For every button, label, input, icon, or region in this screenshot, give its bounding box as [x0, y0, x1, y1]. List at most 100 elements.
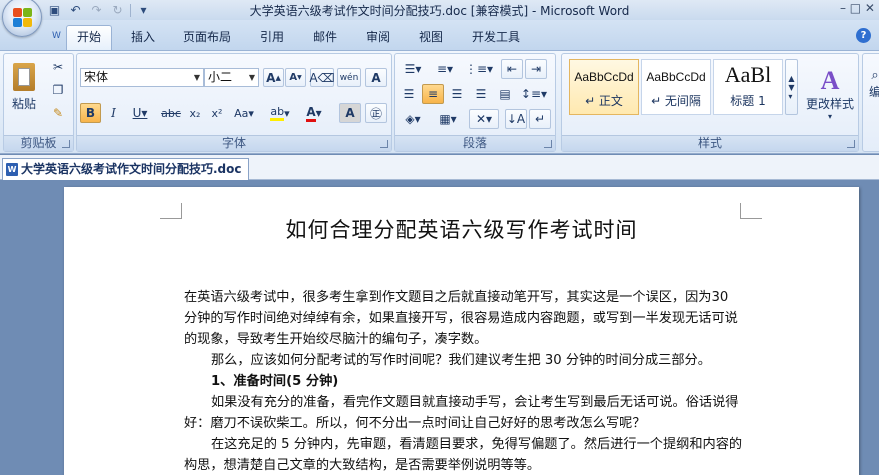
- chinese-layout-icon[interactable]: ✕▾: [469, 109, 499, 129]
- distributed-icon[interactable]: ▤: [494, 84, 516, 104]
- font-color-icon[interactable]: A ▾: [299, 103, 329, 123]
- paragraph: 如果没有充分的准备，看完作文题目就直接动手写，会让考生写到最后无话可说。俗话说得…: [184, 395, 739, 431]
- borders-icon[interactable]: ▦▾: [433, 109, 463, 129]
- style-name: 标题 1: [730, 94, 766, 108]
- tab-references[interactable]: 引用: [250, 27, 294, 50]
- justify-icon[interactable]: ☰: [470, 84, 492, 104]
- binoculars-icon: ⌕: [871, 68, 879, 83]
- tab-view[interactable]: 视图: [409, 27, 453, 50]
- shrink-font-button[interactable]: A ▼: [285, 68, 306, 87]
- styles-launcher-icon[interactable]: [847, 140, 855, 148]
- section-heading: 1、准备时间(5 分钟): [211, 374, 339, 389]
- font-size-select[interactable]: 小二 ▼: [204, 68, 259, 87]
- align-left-icon[interactable]: ☰: [398, 84, 420, 104]
- paste-button[interactable]: 粘贴: [6, 57, 42, 117]
- align-right-icon[interactable]: ☰: [446, 84, 468, 104]
- window-controls[interactable]: – □ ✕: [840, 1, 875, 15]
- styles-group: AaBbCcDd ↵ 正文 AaBbCcDd ↵ 无间隔 AaBl 标题 1 ▲…: [561, 53, 859, 152]
- subscript-button[interactable]: x₂: [185, 103, 205, 123]
- paragraph-group-label: 段落: [395, 135, 555, 151]
- numbering-icon[interactable]: ≡▾: [430, 59, 460, 79]
- document-tab[interactable]: W 大学英语六级考试作文时间分配技巧.doc: [2, 158, 249, 180]
- multilevel-list-icon[interactable]: ⋮≡▾: [462, 59, 496, 79]
- style-name: ↵ 正文: [585, 94, 623, 108]
- document-tab-label: 大学英语六级考试作文时间分配技巧.doc: [21, 162, 242, 176]
- chevron-down-icon: ▼: [193, 73, 201, 82]
- shading-icon[interactable]: ◈▾: [398, 109, 428, 129]
- character-border-icon[interactable]: A: [365, 68, 387, 87]
- highlight-icon[interactable]: ab ▾: [265, 103, 295, 123]
- paragraph: 在英语六级考试中，很多考生拿到作文题目之后就直接动笔开写，其实这是一个误区，因为…: [184, 290, 738, 347]
- cut-icon[interactable]: ✂: [48, 58, 68, 76]
- tab-review[interactable]: 审阅: [356, 27, 400, 50]
- style-sample: AaBbCcDd: [574, 70, 634, 84]
- align-center-icon[interactable]: ≡: [422, 84, 444, 104]
- chevron-down-icon: ▼: [248, 73, 256, 82]
- copy-icon[interactable]: ❐: [48, 81, 68, 99]
- find-button[interactable]: ⌕ 编: [865, 64, 879, 104]
- enclose-characters-icon[interactable]: ㊣: [365, 103, 387, 123]
- bullets-icon[interactable]: ☰▾: [398, 59, 428, 79]
- document-body: 在英语六级考试中，很多考生拿到作文题目之后就直接动笔开写，其实这是一个误区，因为…: [184, 287, 744, 475]
- change-styles-label: 更改样式: [805, 97, 854, 111]
- strikethrough-button[interactable]: abc: [159, 103, 183, 123]
- paragraph-group: ☰▾ ≡▾ ⋮≡▾ ⇤ ⇥ ☰ ≡ ☰ ☰ ▤ ↕≡▾ ◈▾ ▦▾ ✕▾ ↓A …: [394, 53, 556, 152]
- tab-home[interactable]: 开始: [66, 25, 113, 50]
- style-name: ↵ 无间隔: [651, 94, 701, 108]
- show-marks-icon[interactable]: ↵: [529, 109, 551, 129]
- font-launcher-icon[interactable]: [380, 140, 388, 148]
- paragraph-launcher-icon[interactable]: [544, 140, 552, 148]
- editing-group: ⌕ 编: [862, 53, 879, 152]
- style-no-spacing[interactable]: AaBbCcDd ↵ 无间隔: [641, 59, 711, 115]
- title-bar: ▣ ↶ ↷ ↻ ▾ 大学英语六级考试作文时间分配技巧.doc [兼容模式] - …: [0, 0, 879, 20]
- styles-group-label: 样式: [562, 135, 858, 151]
- chevron-down-icon: ▾: [827, 112, 832, 121]
- character-shading-icon[interactable]: A: [339, 103, 361, 123]
- clipboard-group: 粘贴 ✂ ❐ ✎ 剪贴板: [3, 53, 74, 152]
- font-group: 宋体 ▼ 小二 ▼ A ▲ A ▼ A⌫ wén A B I U▾ abc x₂ x…: [76, 53, 392, 152]
- ribbon-tab-row: W 开始 插入 页面布局 引用 邮件 审阅 视图 开发工具 ?: [0, 20, 879, 50]
- change-case-button[interactable]: Aa▾: [230, 103, 258, 123]
- line-spacing-icon[interactable]: ↕≡▾: [519, 84, 549, 104]
- document-page[interactable]: 如何合理分配英语六级写作考试时间 在英语六级考试中，很多考生拿到作文题目之后就直…: [64, 187, 859, 475]
- italic-button[interactable]: I: [103, 103, 124, 123]
- format-painter-icon[interactable]: ✎: [48, 104, 68, 122]
- font-name-select[interactable]: 宋体 ▼: [80, 68, 204, 87]
- font-name-value: 宋体: [84, 70, 109, 84]
- tab-page-layout[interactable]: 页面布局: [173, 27, 241, 50]
- document-workspace: 如何合理分配英语六级写作考试时间 在英语六级考试中，很多考生拿到作文题目之后就直…: [0, 181, 879, 475]
- font-group-label: 字体: [77, 135, 391, 151]
- grow-font-button[interactable]: A ▲: [263, 68, 284, 87]
- paragraph: 在这充足的 5 分钟内，先审题，看清题目要求，免得写偏题了。然后进行一个提纲和内…: [184, 437, 743, 473]
- style-sample: AaBl: [724, 62, 772, 87]
- change-styles-button[interactable]: A 更改样式 ▾: [802, 59, 858, 129]
- paragraph: 那么，应该如何分配考试的写作时间呢？我们建议考生把 30 分钟的时间分成三部分。: [211, 353, 711, 368]
- superscript-button[interactable]: x²: [207, 103, 227, 123]
- clipboard-icon: [13, 62, 35, 91]
- word-doc-icon: W: [6, 163, 18, 176]
- sort-icon[interactable]: ↓A: [505, 109, 527, 129]
- window-title: 大学英语六级考试作文时间分配技巧.doc [兼容模式] - Microsoft …: [249, 4, 630, 18]
- style-sample: AaBbCcDd: [646, 70, 706, 84]
- decrease-indent-icon[interactable]: ⇤: [501, 59, 523, 79]
- clipboard-launcher-icon[interactable]: [62, 140, 70, 148]
- editing-label: 编: [868, 85, 879, 99]
- ribbon: 粘贴 ✂ ❐ ✎ 剪贴板 宋体 ▼ 小二 ▼ A ▲ A ▼ A⌫ wén A B …: [0, 50, 879, 154]
- tab-mailings[interactable]: 邮件: [303, 27, 347, 50]
- styles-scroll[interactable]: ▲ ▼ ▾: [785, 59, 798, 115]
- phonetic-guide-icon[interactable]: wén: [337, 68, 361, 87]
- tab-insert[interactable]: 插入: [121, 27, 165, 50]
- change-styles-icon: A: [820, 66, 840, 95]
- tab-developer[interactable]: 开发工具: [462, 27, 530, 50]
- help-icon[interactable]: ?: [856, 28, 871, 43]
- style-heading-1[interactable]: AaBl 标题 1: [713, 59, 783, 115]
- document-tab-bar: W 大学英语六级考试作文时间分配技巧.doc: [0, 155, 879, 180]
- underline-button[interactable]: U▾: [127, 103, 153, 123]
- office-logo-icon: [13, 8, 33, 28]
- clear-formatting-icon[interactable]: A⌫: [309, 68, 335, 87]
- bold-button[interactable]: B: [80, 103, 101, 123]
- paste-label: 粘贴: [11, 96, 36, 111]
- increase-indent-icon[interactable]: ⇥: [525, 59, 547, 79]
- font-size-value: 小二: [208, 70, 233, 84]
- style-normal[interactable]: AaBbCcDd ↵ 正文: [569, 59, 639, 115]
